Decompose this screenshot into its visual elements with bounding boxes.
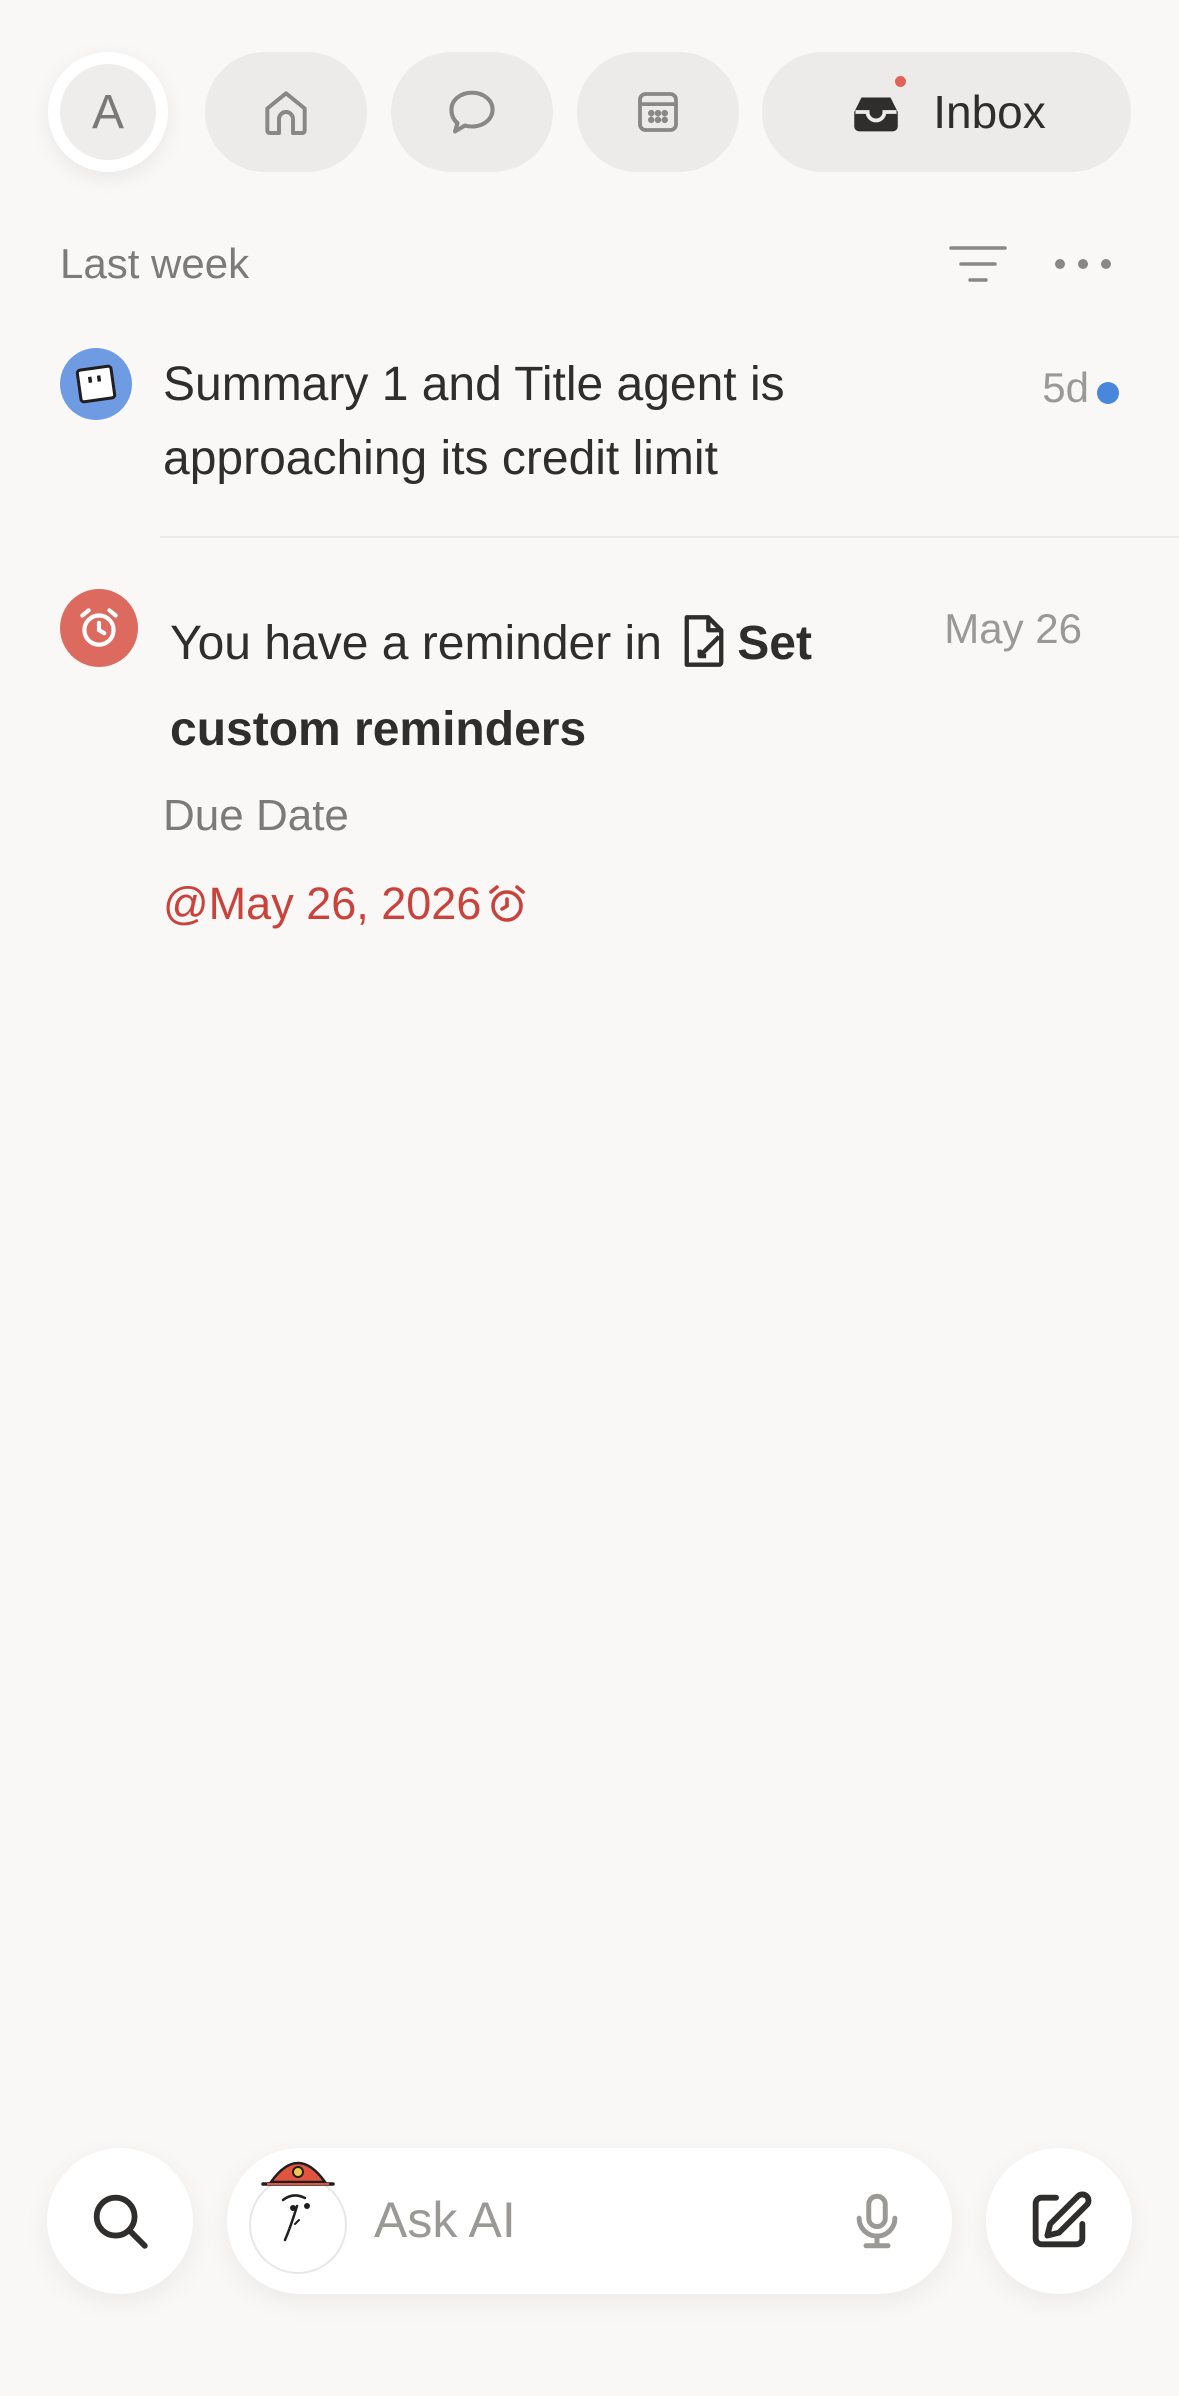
property-label: Due Date — [163, 791, 349, 840]
filter-button[interactable] — [945, 238, 1011, 290]
search-icon — [93, 2194, 148, 2249]
nav-calendar-button[interactable] — [577, 52, 739, 172]
inbox-icon-wrapper — [847, 73, 910, 141]
notification-time: May 26 — [944, 605, 1082, 652]
inbox-notification-dot — [892, 73, 910, 90]
ask-ai-input[interactable]: Ask AI — [227, 2148, 952, 2294]
compose-icon — [1032, 2191, 1092, 2248]
more-options-button[interactable] — [1050, 238, 1116, 290]
notification-time: 5d — [1042, 364, 1089, 411]
chat-bubble-icon — [449, 90, 495, 134]
notification-text: You have a reminder in Set custom remind… — [170, 601, 890, 773]
filter-icon — [949, 246, 1007, 282]
nav-chat-button[interactable] — [391, 52, 553, 172]
inbox-screen: A Inbox Last week Summary 1 and Title ag… — [0, 0, 1179, 2396]
more-icon — [1055, 259, 1111, 269]
search-button[interactable] — [47, 2148, 193, 2294]
alarm-clock-small-icon — [489, 885, 526, 922]
mic-icon[interactable] — [844, 2188, 910, 2254]
notification-item[interactable]: Summary 1 and Title agent is approaching… — [0, 340, 1179, 540]
bottom-bar: Ask AI — [0, 2148, 1179, 2296]
notification-item[interactable]: You have a reminder in Set custom remind… — [0, 583, 1179, 943]
nav-inbox-button[interactable]: Inbox — [762, 52, 1131, 172]
avatar-button[interactable]: A — [48, 52, 168, 172]
due-date-value: @May 26, 2026 — [163, 878, 482, 929]
top-navigation: A Inbox — [48, 52, 1131, 172]
inbox-label: Inbox — [933, 86, 1046, 138]
property-value[interactable]: @May 26, 2026 — [163, 878, 531, 930]
avatar: A — [60, 64, 156, 160]
notification-text: Summary 1 and Title agent is approaching… — [163, 358, 785, 485]
calendar-icon — [638, 92, 678, 132]
section-header: Last week — [60, 238, 1120, 290]
unread-indicator — [1097, 382, 1119, 404]
reminder-prefix: You have a reminder in — [170, 617, 662, 670]
ask-ai-placeholder: Ask AI — [374, 2192, 516, 2248]
page-link-icon — [684, 615, 724, 667]
agent-face-icon — [60, 348, 132, 420]
divider — [160, 536, 1179, 538]
nav-home-button[interactable] — [205, 52, 367, 172]
inbox-tray-icon — [854, 97, 898, 132]
alarm-clock-icon — [60, 589, 138, 667]
home-icon — [265, 91, 307, 135]
ai-assistant-avatar — [249, 2161, 347, 2274]
compose-button[interactable] — [986, 2148, 1132, 2294]
